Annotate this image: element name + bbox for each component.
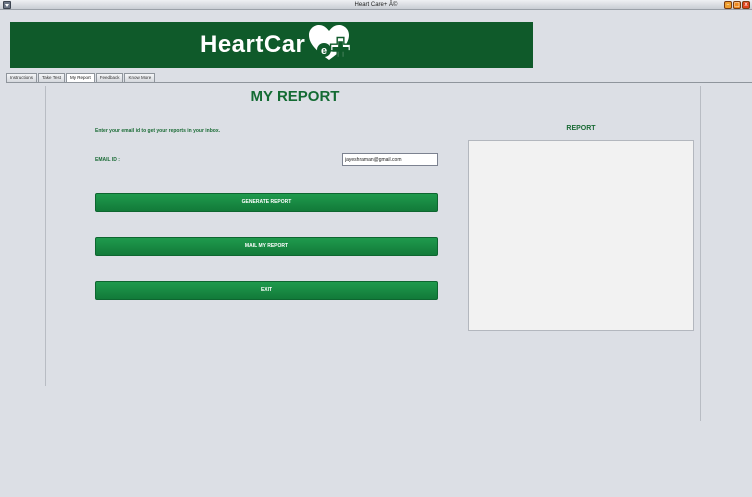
header-spacer [533,22,752,68]
heart-plus-logo-icon: e [309,25,352,60]
tab-know-more[interactable]: Know More [124,73,156,82]
tab-divider [6,82,752,83]
logo-letter: e [321,45,327,57]
brand-name: HeartCar [200,31,306,58]
header-banner: HeartCar e [10,22,533,68]
email-instructions: Enter your email id to get your reports … [95,128,221,134]
tab-take-test[interactable]: Take Test [38,73,65,82]
report-heading: REPORT [566,125,596,132]
page-title-container: MY REPORT [0,88,530,105]
minimize-button[interactable]: – [724,1,732,9]
window-title: Heart Care+ Â© [354,2,398,8]
tab-feedback[interactable]: Feedback [95,73,124,82]
tab-bar: Instructions Take Test My Report Feedbac… [6,73,156,82]
maximize-button[interactable]: □ [733,1,741,9]
email-input[interactable] [342,153,438,166]
tab-my-report[interactable]: My Report [65,73,95,82]
panel-right-divider [700,86,701,421]
generate-report-button[interactable]: GENERATE REPORT [95,193,438,212]
window-controls: – □ x [724,1,750,9]
exit-button[interactable]: EXIT [95,281,438,300]
panel-left-divider [45,86,46,386]
mail-report-button[interactable]: MAIL MY REPORT [95,237,438,256]
window-titlebar[interactable]: Heart Care+ Â© – □ x [0,0,752,10]
report-text-area[interactable] [468,140,694,331]
close-button[interactable]: x [742,1,750,9]
email-label: EMAIL ID : [95,157,120,163]
page-title: MY REPORT [250,88,340,105]
tab-instructions[interactable]: Instructions [6,73,38,82]
